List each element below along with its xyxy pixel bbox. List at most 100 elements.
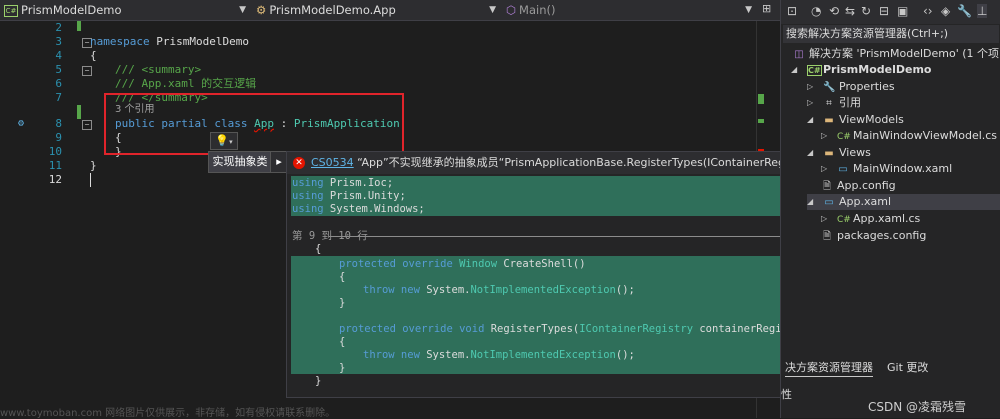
namespace-name: Prism.Ioc;: [323, 177, 394, 189]
class-combo[interactable]: ⚙ PrismModelDemo.App ▼: [256, 2, 500, 18]
submenu-arrow-icon[interactable]: ▸: [270, 152, 287, 172]
csharp-project-icon: C#: [4, 4, 18, 17]
preview-line: }: [339, 297, 346, 309]
collapsed-icon[interactable]: ▷: [821, 211, 827, 227]
back-icon[interactable]: ⊡: [787, 4, 797, 18]
expanded-icon[interactable]: ◢: [791, 62, 797, 78]
preview-line: protected override Window CreateShell(): [339, 258, 586, 271]
properties-wrench-icon[interactable]: 🔧: [957, 4, 972, 18]
namespace-name: System.: [426, 349, 471, 361]
refresh-icon[interactable]: ↻: [861, 4, 871, 18]
punct: ();: [615, 284, 635, 296]
expanded-icon[interactable]: ◢: [807, 112, 813, 128]
exception-type: NotImplementedException: [470, 284, 616, 296]
tree-node-project[interactable]: ◢ C# PrismModelDemo: [791, 62, 932, 78]
collapsed-icon[interactable]: ▷: [821, 128, 827, 144]
history-icon[interactable]: ◔: [811, 4, 821, 18]
tree-node-label: App.xaml.cs: [853, 212, 921, 225]
member-combo[interactable]: ⬡ Main() ▼: [506, 2, 756, 18]
scrollbar-marker: [758, 94, 764, 104]
error-message: “App”不实现继承的抽象成员“PrismApplicationBase.Reg…: [357, 156, 820, 169]
tree-node-viewmodels[interactable]: ◢ ▬ ViewModels: [807, 112, 904, 128]
collapsed-icon[interactable]: ▷: [821, 161, 827, 177]
keyword: protected override: [339, 258, 460, 270]
error-text: CS0534 “App”不实现继承的抽象成员“PrismApplicationB…: [311, 152, 819, 174]
references-icon: ⌗: [826, 98, 832, 109]
quick-actions-margin-icon[interactable]: ⚙: [18, 118, 24, 129]
folder-icon: ▬: [824, 148, 834, 159]
xaml-icon: ▭: [824, 197, 834, 208]
xaml-icon: ▭: [838, 164, 848, 175]
tab-git-changes[interactable]: Git 更改: [887, 360, 928, 376]
preview-line: {: [339, 336, 346, 348]
switch-views-icon[interactable]: ⇆: [845, 4, 855, 18]
collapsed-icon[interactable]: ▷: [807, 79, 813, 95]
solution-explorer-toolbar: ⊡ ◔ ⟲ ⇆ ↻ ⊟ ▣ ‹› ◈ 🔧 ⊥: [781, 0, 1000, 24]
collapse-toggle[interactable]: −: [82, 66, 92, 76]
tree-node-file[interactable]: 🗎 packages.config: [821, 228, 926, 244]
csdn-watermark: CSDN @凌霜残雪: [868, 400, 967, 414]
line-number: 8: [55, 117, 62, 130]
text-cursor: [90, 173, 91, 187]
quick-actions-button[interactable]: 💡▾: [210, 132, 238, 150]
preview-line: throw new System.NotImplementedException…: [363, 284, 635, 297]
preview-line: }: [339, 362, 346, 374]
implement-abstract-class-item[interactable]: 实现抽象类: [209, 152, 271, 172]
tree-node-file-selected[interactable]: ◢ ▭ App.xaml: [807, 194, 1000, 210]
tree-node-solution[interactable]: ◫ 解决方案 'PrismModelDemo' (1 个项目,: [793, 46, 1000, 62]
code-line: namespace PrismModelDemo: [90, 35, 249, 49]
sync-icon[interactable]: ⟲: [829, 4, 839, 18]
solution-search-input[interactable]: 搜索解决方案资源管理器(Ctrl+;): [783, 25, 999, 43]
highlight-box: [104, 93, 404, 155]
member-combo-label: Main(): [519, 3, 556, 17]
tree-node-file[interactable]: ▷ C# App.xaml.cs: [821, 211, 920, 227]
tree-node-references[interactable]: ▷ ⌗ 引用: [807, 95, 861, 111]
chevron-down-icon: ▼: [239, 5, 246, 15]
namespace-name: Prism.Unity;: [323, 190, 406, 202]
pin-icon[interactable]: ⊥: [977, 4, 988, 18]
collapse-toggle[interactable]: −: [82, 120, 92, 130]
tree-node-label: App.config: [837, 179, 896, 192]
tree-node-file[interactable]: 🗎 App.config: [821, 178, 896, 194]
doc-comment: /// App.xaml 的交互逻辑: [115, 77, 257, 90]
fix-preview-popup: ✕ CS0534 “App”不实现继承的抽象成员“PrismApplicatio…: [286, 151, 819, 398]
preview-icon[interactable]: ◈: [941, 4, 950, 18]
keyword: protected override void: [339, 323, 491, 335]
exception-type: NotImplementedException: [470, 349, 616, 361]
tree-node-properties[interactable]: ▷ 🔧 Properties: [807, 79, 895, 95]
lightbulb-error-icon: 💡: [215, 134, 230, 147]
tree-node-label: MainWindowViewModel.cs: [853, 129, 998, 142]
line-number: 4: [55, 49, 62, 62]
preview-line: using Prism.Unity;: [292, 190, 406, 203]
type-name: IContainerRegistry: [579, 323, 694, 335]
tree-node-label: MainWindow.xaml: [853, 162, 953, 175]
preview-line: throw new System.NotImplementedException…: [363, 349, 635, 362]
tree-node-file[interactable]: ▷ ▭ MainWindow.xaml: [821, 161, 952, 177]
expanded-icon[interactable]: ◢: [807, 145, 813, 161]
code-view-icon[interactable]: ‹›: [923, 4, 933, 18]
quick-actions-menu: 实现抽象类 ▸: [208, 151, 288, 173]
tree-node-file[interactable]: ▷ C# MainWindowViewModel.cs: [821, 128, 997, 144]
namespace-name: PrismModelDemo: [149, 35, 249, 48]
line-number: 12: [48, 173, 62, 186]
expanded-icon[interactable]: ◢: [807, 194, 813, 210]
folder-icon: ▬: [824, 115, 834, 126]
csharp-file-icon: C#: [837, 215, 851, 225]
show-all-files-icon[interactable]: ▣: [897, 4, 908, 18]
tab-solution-explorer[interactable]: 决方案资源管理器: [785, 360, 873, 377]
collapse-all-icon[interactable]: ⊟: [879, 4, 889, 18]
line-number: 2: [55, 21, 62, 34]
tree-node-views[interactable]: ◢ ▬ Views: [807, 145, 871, 161]
tree-node-label: Properties: [839, 80, 895, 93]
solution-explorer: ⊡ ◔ ⟲ ⇆ ↻ ⊟ ▣ ‹› ◈ 🔧 ⊥ 搜索解决方案资源管理器(Ctrl+…: [780, 0, 1000, 418]
error-code-link[interactable]: CS0534: [311, 156, 354, 169]
line-number: 9: [55, 131, 62, 144]
project-combo[interactable]: C# PrismModelDemo ▼: [4, 2, 250, 18]
line-number: 3: [55, 35, 62, 48]
split-editor-icon[interactable]: ⊞: [762, 2, 771, 15]
collapsed-icon[interactable]: ▷: [807, 95, 813, 111]
config-icon: 🗎: [822, 231, 832, 242]
punct: ();: [615, 349, 635, 361]
keyword: using: [292, 177, 324, 189]
keyword: throw new: [363, 284, 427, 296]
